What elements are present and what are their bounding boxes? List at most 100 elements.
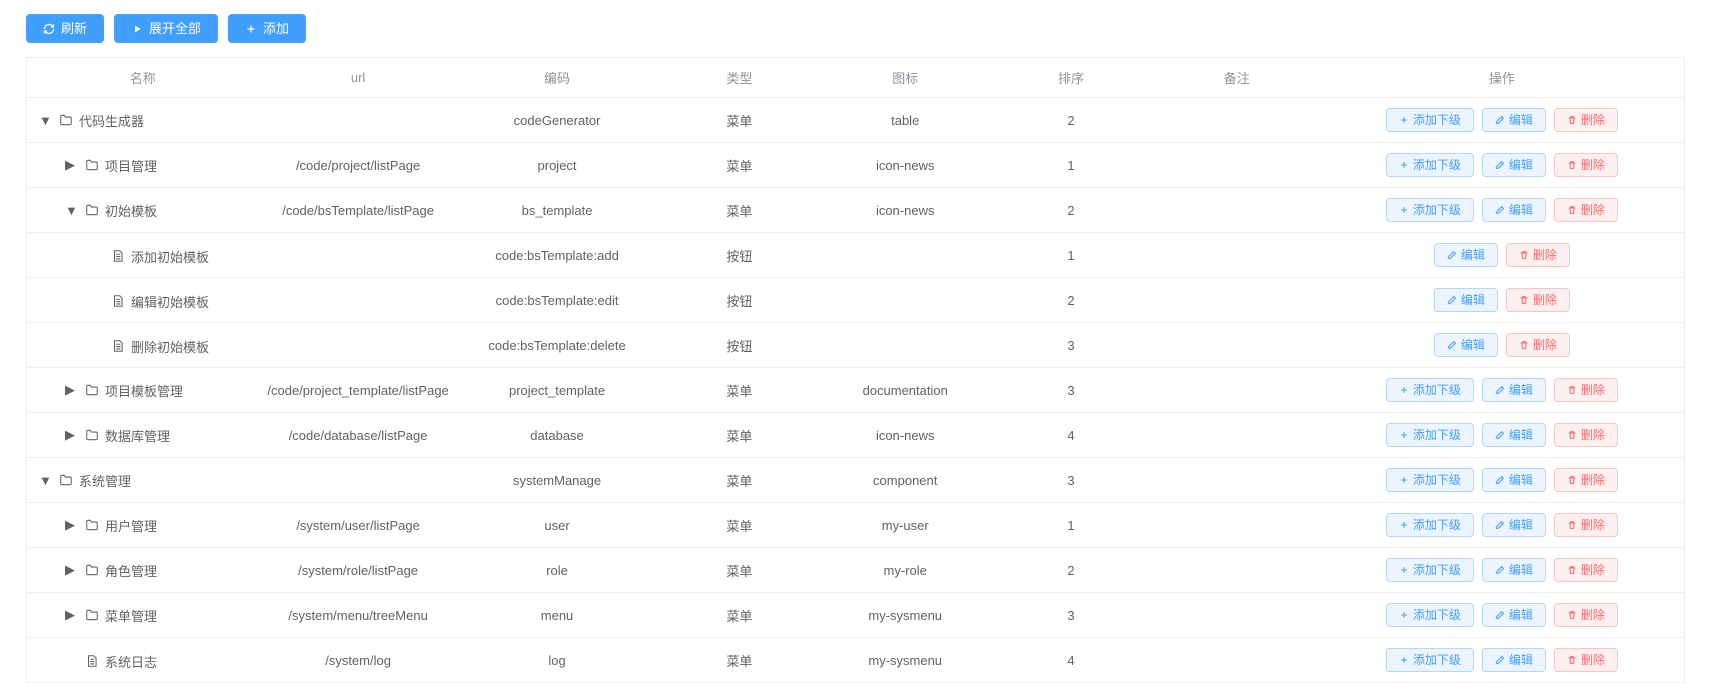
cell-sort: 2	[988, 98, 1154, 143]
delete-button[interactable]: 删除	[1554, 153, 1618, 177]
delete-button[interactable]: 删除	[1506, 243, 1570, 267]
edit-icon	[1447, 250, 1457, 260]
cell-code: systemManage	[458, 458, 657, 503]
edit-button[interactable]: 编辑	[1434, 333, 1498, 357]
add-child-button[interactable]: 添加下级	[1386, 558, 1474, 582]
trash-icon	[1519, 295, 1529, 305]
edit-button[interactable]: 编辑	[1482, 423, 1546, 447]
op-label: 删除	[1581, 474, 1605, 486]
add-label: 添加	[263, 22, 289, 35]
tree-toggle-collapsed[interactable]: ▶	[65, 607, 75, 623]
delete-button[interactable]: 删除	[1554, 108, 1618, 132]
tree-toggle-collapsed[interactable]: ▶	[65, 157, 75, 173]
folder-icon	[85, 383, 99, 397]
col-code: 编码	[458, 58, 657, 98]
tree-toggle-collapsed[interactable]: ▶	[65, 517, 75, 533]
delete-button[interactable]: 删除	[1554, 198, 1618, 222]
op-label: 删除	[1533, 249, 1557, 261]
tree-toggle-collapsed[interactable]: ▶	[65, 427, 75, 443]
edit-button[interactable]: 编辑	[1482, 603, 1546, 627]
cell-sort: 3	[988, 368, 1154, 413]
add-button[interactable]: 添加	[228, 14, 306, 43]
add-child-button[interactable]: 添加下级	[1386, 153, 1474, 177]
refresh-button[interactable]: 刷新	[26, 14, 104, 43]
delete-button[interactable]: 删除	[1554, 378, 1618, 402]
cell-remark	[1154, 503, 1320, 548]
row-name-label: 数据库管理	[105, 426, 170, 445]
cell-operation: 编辑删除	[1320, 323, 1685, 368]
row-name-label: 用户管理	[105, 516, 157, 535]
cell-operation: 添加下级编辑删除	[1320, 368, 1685, 413]
edit-button[interactable]: 编辑	[1434, 243, 1498, 267]
edit-button[interactable]: 编辑	[1482, 513, 1546, 537]
cell-url: /code/bsTemplate/listPage	[259, 188, 458, 233]
cell-sort: 4	[988, 413, 1154, 458]
edit-button[interactable]: 编辑	[1482, 648, 1546, 672]
cell-operation: 添加下级编辑删除	[1320, 188, 1685, 233]
cell-type: 菜单	[657, 458, 823, 503]
add-child-button[interactable]: 添加下级	[1386, 108, 1474, 132]
add-child-button[interactable]: 添加下级	[1386, 648, 1474, 672]
delete-button[interactable]: 删除	[1554, 513, 1618, 537]
edit-button[interactable]: 编辑	[1482, 468, 1546, 492]
op-label: 编辑	[1461, 249, 1485, 261]
edit-button[interactable]: 编辑	[1434, 288, 1498, 312]
tree-toggle-expanded[interactable]: ▼	[39, 113, 49, 128]
add-child-button[interactable]: 添加下级	[1386, 468, 1474, 492]
op-label: 编辑	[1509, 429, 1533, 441]
cell-remark	[1154, 323, 1320, 368]
edit-button[interactable]: 编辑	[1482, 108, 1546, 132]
table-row: ▶项目模板管理/code/project_template/listPagepr…	[27, 368, 1685, 413]
cell-type: 菜单	[657, 143, 823, 188]
add-child-button[interactable]: 添加下级	[1386, 423, 1474, 447]
cell-operation: 添加下级编辑删除	[1320, 98, 1685, 143]
add-child-button[interactable]: 添加下级	[1386, 378, 1474, 402]
file-icon	[111, 294, 125, 308]
tree-toggle-expanded[interactable]: ▼	[39, 473, 49, 488]
op-label: 添加下级	[1413, 159, 1461, 171]
delete-button[interactable]: 删除	[1554, 558, 1618, 582]
folder-icon	[85, 518, 99, 532]
edit-button[interactable]: 编辑	[1482, 153, 1546, 177]
edit-button[interactable]: 编辑	[1482, 558, 1546, 582]
play-icon	[131, 23, 143, 35]
delete-button[interactable]: 删除	[1506, 288, 1570, 312]
cell-sort: 2	[988, 278, 1154, 323]
table-row: 编辑初始模板code:bsTemplate:edit按钮2编辑删除	[27, 278, 1685, 323]
cell-url	[259, 458, 458, 503]
folder-icon	[85, 203, 99, 217]
edit-icon	[1495, 115, 1505, 125]
cell-name: 添加初始模板	[27, 233, 259, 278]
edit-icon	[1447, 340, 1457, 350]
delete-button[interactable]: 删除	[1554, 648, 1618, 672]
tree-toggle-collapsed[interactable]: ▶	[65, 562, 75, 578]
cell-name: 系统日志	[27, 638, 259, 683]
expand-all-button[interactable]: 展开全部	[114, 14, 218, 43]
cell-url	[259, 98, 458, 143]
file-icon	[85, 654, 99, 668]
op-label: 编辑	[1509, 159, 1533, 171]
add-child-button[interactable]: 添加下级	[1386, 603, 1474, 627]
delete-button[interactable]: 删除	[1554, 423, 1618, 447]
trash-icon	[1567, 475, 1577, 485]
delete-button[interactable]: 删除	[1554, 468, 1618, 492]
edit-button[interactable]: 编辑	[1482, 198, 1546, 222]
tree-toggle-collapsed[interactable]: ▶	[65, 382, 75, 398]
add-child-button[interactable]: 添加下级	[1386, 513, 1474, 537]
tree-toggle-expanded[interactable]: ▼	[65, 203, 75, 218]
plus-icon	[1399, 565, 1409, 575]
cell-remark	[1154, 458, 1320, 503]
delete-button[interactable]: 删除	[1554, 603, 1618, 627]
add-child-button[interactable]: 添加下级	[1386, 198, 1474, 222]
cell-icon: icon-news	[822, 188, 988, 233]
cell-operation: 添加下级编辑删除	[1320, 638, 1685, 683]
folder-icon	[85, 608, 99, 622]
op-label: 编辑	[1461, 294, 1485, 306]
cell-type: 菜单	[657, 368, 823, 413]
edit-button[interactable]: 编辑	[1482, 378, 1546, 402]
cell-type: 菜单	[657, 413, 823, 458]
edit-icon	[1495, 565, 1505, 575]
table-row: ▶数据库管理/code/database/listPagedatabase菜单i…	[27, 413, 1685, 458]
op-label: 编辑	[1509, 474, 1533, 486]
delete-button[interactable]: 删除	[1506, 333, 1570, 357]
